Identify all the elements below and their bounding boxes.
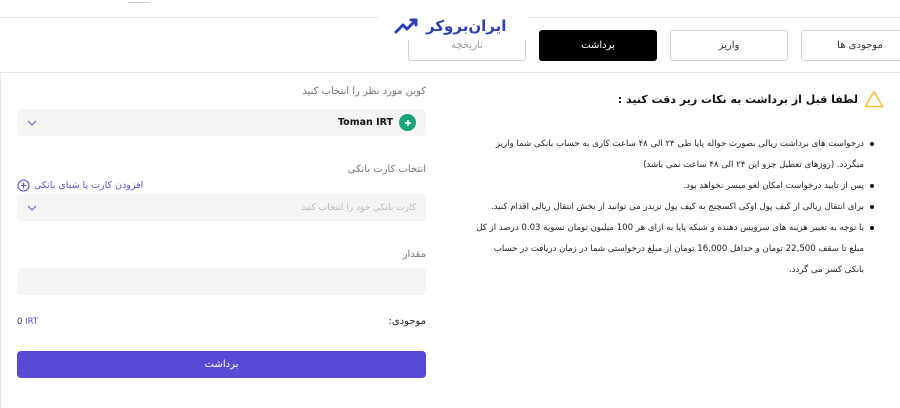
tab-balances[interactable]: موجودی ها (801, 30, 900, 61)
chevron-down-icon (27, 120, 37, 126)
bank-select[interactable]: کارت بانکی خود را انتخاب کنید (17, 194, 426, 221)
warning-icon (864, 90, 884, 108)
brand-logo[interactable]: ایران‌بروکر (378, 12, 528, 40)
notice-title-text: لطفا قبل از برداشت به نکات زیر دقت کنید … (617, 92, 858, 106)
withdraw-button[interactable]: برداشت (17, 351, 426, 378)
notice-title: لطفا قبل از برداشت به نکات زیر دقت کنید … (618, 90, 884, 108)
notice-list: درخواست های برداشت ریالی بصورت حواله پای… (474, 134, 874, 281)
tab-withdraw[interactable]: برداشت (539, 30, 657, 61)
chevron-down-icon (27, 205, 37, 211)
bank-placeholder: کارت بانکی خود را انتخاب کنید (301, 202, 416, 213)
divider (0, 72, 900, 73)
balance-label: موجودی: (388, 316, 426, 327)
list-item: پس از تایید درخواست امکان لغو میسر نخواه… (474, 176, 874, 197)
list-item: با توجه به تغییر هزینه های سرویس دهنده و… (474, 218, 874, 281)
toman-icon (399, 114, 416, 131)
logo-icon (394, 18, 418, 34)
withdraw-form: کوین مورد نظر را انتخاب کنید Toman IRT ا… (17, 86, 426, 378)
list-item: درخواست های برداشت ریالی بصورت حواله پای… (474, 134, 874, 176)
coin-value: Toman IRT (337, 117, 393, 128)
balance-value: 0 IRT (17, 316, 39, 327)
divider (0, 72, 1, 408)
amount-input[interactable] (17, 268, 426, 295)
plus-circle-icon (17, 179, 30, 192)
amount-label: مقدار (402, 249, 426, 260)
coin-label: کوین مورد نظر را انتخاب کنید (302, 86, 426, 97)
coin-select[interactable]: Toman IRT (17, 109, 426, 136)
add-bank-label: افزودن کارت یا شبای بانکی (34, 180, 144, 191)
balance-row: موجودی: 0 IRT (17, 316, 426, 327)
bank-label: انتخاب کارت بانکی (347, 164, 426, 175)
add-bank-button[interactable]: افزودن کارت یا شبای بانکی (17, 179, 426, 192)
list-item: برای انتقال ریالی از کیف پول اوکی اکسچنج… (474, 197, 874, 218)
tab-deposit[interactable]: واریز (670, 30, 788, 61)
logo-text: ایران‌بروکر (426, 17, 507, 35)
